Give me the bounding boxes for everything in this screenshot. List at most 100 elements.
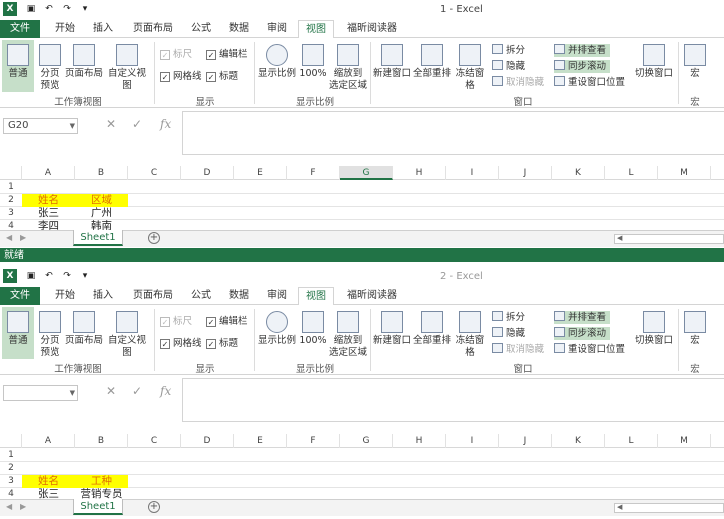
select-all-corner[interactable] xyxy=(0,434,22,448)
column-header[interactable]: G xyxy=(340,434,393,448)
sheet-tab[interactable]: Sheet1 xyxy=(73,230,123,246)
new-sheet-icon[interactable]: + xyxy=(148,232,160,244)
scroll-left-icon[interactable]: ◀ xyxy=(6,233,12,242)
cell-B2[interactable] xyxy=(75,462,128,475)
normal-view-button[interactable]: 普通 xyxy=(2,307,34,359)
custom-views-button[interactable]: 自定义视图 xyxy=(104,40,150,92)
tab-page-layout[interactable]: 页面布局 xyxy=(128,20,178,38)
arrange-all-button[interactable]: 全部重排 xyxy=(412,307,452,359)
cell-A2[interactable] xyxy=(22,462,75,475)
new-window-button[interactable]: 新建窗口 xyxy=(372,307,412,359)
formula-bar-checkbox[interactable]: ✓ 编辑栏 xyxy=(206,48,248,61)
column-header[interactable]: E xyxy=(234,434,287,448)
column-header[interactable]: D xyxy=(181,434,234,448)
cancel-icon[interactable]: ✕ xyxy=(106,117,116,131)
column-header[interactable]: B xyxy=(75,166,128,180)
cell-B3[interactable]: 工种 xyxy=(75,475,128,488)
column-header[interactable]: H xyxy=(393,434,446,448)
scroll-right-icon[interactable]: ▶ xyxy=(20,502,26,511)
horizontal-scrollbar[interactable]: ◀ xyxy=(614,503,724,513)
cell-A3[interactable]: 张三 xyxy=(22,207,75,220)
tab-review[interactable]: 审阅 xyxy=(262,287,292,305)
cell-A3[interactable]: 姓名 xyxy=(22,475,75,488)
scroll-left-icon[interactable]: ◀ xyxy=(6,502,12,511)
formula-input[interactable] xyxy=(182,111,724,155)
column-header[interactable]: M xyxy=(658,166,711,180)
switch-windows-button[interactable]: 切换窗口 xyxy=(632,307,676,359)
cell-A1[interactable] xyxy=(22,449,75,462)
cell-B1[interactable] xyxy=(75,449,128,462)
zoom-button[interactable]: 显示比例 xyxy=(258,307,296,359)
custom-views-button[interactable]: 自定义视图 xyxy=(104,307,150,359)
tab-review[interactable]: 审阅 xyxy=(262,20,292,38)
zoom-to-selection-button[interactable]: 缩放到 选定区域 xyxy=(328,307,368,359)
sheet-tab[interactable]: Sheet1 xyxy=(73,499,123,515)
view-side-by-side-button[interactable]: 并排查看 xyxy=(554,44,611,57)
unhide-button[interactable]: 取消隐藏 xyxy=(492,343,544,356)
row-header[interactable]: 1 xyxy=(0,449,22,462)
cell-A1[interactable] xyxy=(22,181,75,194)
column-header[interactable]: A xyxy=(22,434,75,448)
headings-checkbox[interactable]: ✓ 标题 xyxy=(206,337,238,350)
qat-dropdown-icon[interactable]: ▾ xyxy=(78,269,92,283)
name-box[interactable]: G20 ▼ xyxy=(3,118,78,134)
split-button[interactable]: 拆分 xyxy=(492,44,525,57)
reset-window-position-button[interactable]: 重设窗口位置 xyxy=(554,76,625,89)
column-header[interactable]: H xyxy=(393,166,446,180)
new-window-button[interactable]: 新建窗口 xyxy=(372,40,412,92)
tab-data[interactable]: 数据 xyxy=(224,20,254,38)
tab-file[interactable]: 文件 xyxy=(0,20,40,38)
scroll-arrow-icon[interactable]: ◀ xyxy=(617,503,622,511)
column-header[interactable]: B xyxy=(75,434,128,448)
tab-home[interactable]: 开始 xyxy=(50,287,80,305)
cell-A2[interactable]: 姓名 xyxy=(22,194,75,207)
column-header[interactable]: K xyxy=(552,166,605,180)
tab-formulas[interactable]: 公式 xyxy=(186,20,216,38)
column-header[interactable]: M xyxy=(658,434,711,448)
column-header[interactable]: F xyxy=(287,434,340,448)
column-header[interactable]: F xyxy=(287,166,340,180)
insert-function-icon[interactable]: fx xyxy=(160,384,171,398)
reset-window-position-button[interactable]: 重设窗口位置 xyxy=(554,343,625,356)
row-header[interactable]: 3 xyxy=(0,207,22,220)
column-header[interactable]: I xyxy=(446,434,499,448)
tab-formulas[interactable]: 公式 xyxy=(186,287,216,305)
tab-home[interactable]: 开始 xyxy=(50,20,80,38)
gridlines-checkbox[interactable]: ✓ 网格线 xyxy=(160,337,202,350)
zoom-100-button[interactable]: 100% xyxy=(298,307,328,359)
macros-button[interactable]: 宏 xyxy=(682,307,708,359)
formula-bar-checkbox[interactable]: ✓ 编辑栏 xyxy=(206,315,248,328)
unhide-button[interactable]: 取消隐藏 xyxy=(492,76,544,89)
split-button[interactable]: 拆分 xyxy=(492,311,525,324)
column-header[interactable]: J xyxy=(499,166,552,180)
name-box[interactable]: ▼ xyxy=(3,385,78,401)
row-header[interactable]: 2 xyxy=(0,462,22,475)
name-box-dropdown-icon[interactable]: ▼ xyxy=(70,119,75,133)
page-break-preview-button[interactable]: 分页 预览 xyxy=(36,307,64,359)
column-header[interactable]: L xyxy=(605,434,658,448)
zoom-to-selection-button[interactable]: 缩放到 选定区域 xyxy=(328,40,368,92)
row-header[interactable]: 1 xyxy=(0,181,22,194)
cell-B2[interactable]: 区域 xyxy=(75,194,128,207)
qat-dropdown-icon[interactable]: ▾ xyxy=(78,2,92,16)
freeze-panes-button[interactable]: 冻结窗格 xyxy=(452,307,488,359)
formula-input[interactable] xyxy=(182,378,724,422)
cancel-icon[interactable]: ✕ xyxy=(106,384,116,398)
gridlines-checkbox[interactable]: ✓ 网格线 xyxy=(160,70,202,83)
redo-icon[interactable]: ↷ xyxy=(60,2,74,16)
scroll-right-icon[interactable]: ▶ xyxy=(20,233,26,242)
tab-foxit-reader[interactable]: 福昕阅读器 xyxy=(342,20,402,38)
tab-view[interactable]: 视图 xyxy=(298,287,334,306)
horizontal-scrollbar[interactable]: ◀ xyxy=(614,234,724,244)
cell-B1[interactable] xyxy=(75,181,128,194)
hide-button[interactable]: 隐藏 xyxy=(492,327,525,340)
page-layout-button[interactable]: 页面布局 xyxy=(64,40,104,92)
zoom-100-button[interactable]: 100% xyxy=(298,40,328,92)
tab-data[interactable]: 数据 xyxy=(224,287,254,305)
row-header[interactable]: 3 xyxy=(0,475,22,488)
arrange-all-button[interactable]: 全部重排 xyxy=(412,40,452,92)
insert-function-icon[interactable]: fx xyxy=(160,117,171,131)
view-side-by-side-button[interactable]: 并排查看 xyxy=(554,311,611,324)
column-header[interactable]: C xyxy=(128,434,181,448)
page-break-preview-button[interactable]: 分页 预览 xyxy=(36,40,64,92)
